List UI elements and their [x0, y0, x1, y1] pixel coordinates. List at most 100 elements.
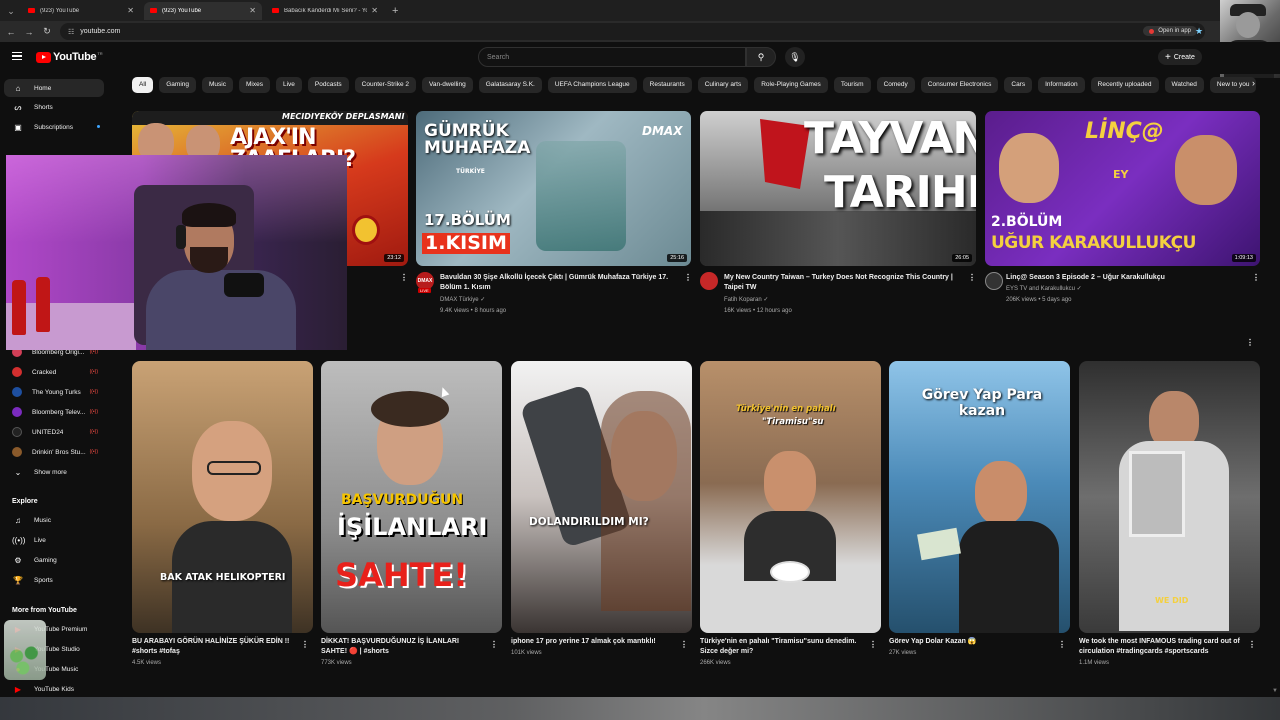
chip[interactable]: Culinary arts	[697, 77, 749, 93]
youtube-logo[interactable]: YouTube TR	[36, 51, 103, 63]
bookmark-star-icon[interactable]: ★	[1195, 26, 1203, 37]
site-info-icon[interactable]: ☷	[68, 28, 74, 36]
chip[interactable]: UEFA Champions League	[547, 77, 637, 93]
sidebar-item-music[interactable]: ♫ Music	[4, 511, 104, 529]
sidebar-item-kids[interactable]: ▶ YouTube Kids	[4, 680, 104, 698]
short-title[interactable]: Türkiye'nin en pahalı "Tiramisu"sunu den…	[700, 637, 865, 657]
sidebar-item-gaming[interactable]: ⚙ Gaming	[4, 551, 104, 569]
video-title[interactable]: Linç@ Season 3 Episode 2 – Uğur Karakull…	[1006, 273, 1242, 283]
chip[interactable]: All	[132, 77, 154, 93]
close-tab-icon[interactable]: ✕	[249, 6, 256, 15]
video-thumbnail[interactable]: LİNÇ@ EY 2.BÖLÜM UĞUR KARAKULLUKÇU 1:09:…	[985, 111, 1260, 266]
scroll-down-icon[interactable]: ▼	[1272, 688, 1278, 694]
more-actions-icon[interactable]: ⋮	[400, 273, 408, 282]
sidebar-item-home[interactable]: ⌂ Home	[4, 79, 104, 97]
short-title[interactable]: BU ARABAYI GÖRÜN HALİNİZE ŞÜKÜR EDİN !! …	[132, 637, 297, 657]
chip[interactable]: Restaurants	[642, 77, 692, 93]
chip[interactable]: Consumer Electronics	[920, 77, 999, 93]
sidebar-item-live[interactable]: ((•)) Live	[4, 531, 104, 549]
video-title[interactable]: My New Country Taiwan – Turkey Does Not …	[724, 273, 960, 293]
more-actions-icon[interactable]: ⋮	[680, 640, 688, 649]
chip[interactable]: New to you	[1209, 77, 1257, 93]
channel-name[interactable]: EYS TV and Karakullukcu ✓	[1006, 284, 1082, 295]
video-title[interactable]: Bavuldan 30 Şişe Alkollü İçecek Çıktı | …	[440, 273, 676, 293]
chip[interactable]: Recently uploaded	[1090, 77, 1159, 93]
verified-icon: ✓	[1076, 286, 1082, 292]
chips-next-icon[interactable]: ›	[1252, 78, 1255, 88]
open-in-app-button[interactable]: Open in app	[1143, 26, 1197, 36]
chip[interactable]: Watched	[1164, 77, 1204, 93]
chip[interactable]: Role-Playing Games	[754, 77, 828, 93]
menu-icon[interactable]	[12, 52, 22, 60]
channel-name[interactable]: DMAX Türkiye ✓	[440, 295, 485, 306]
more-actions-icon[interactable]: ⋮	[684, 273, 692, 282]
short-thumbnail[interactable]: DOLANDIRILDIM MI?	[511, 361, 692, 633]
chip[interactable]: Comedy	[876, 77, 915, 93]
live-indicator-icon: ((•))	[89, 429, 98, 435]
sidebar-channel[interactable]: The Young Turks ((•))	[4, 383, 104, 401]
back-icon[interactable]: ←	[4, 27, 18, 37]
short-thumbnail[interactable]: WE DID	[1079, 361, 1260, 633]
short-title[interactable]: We took the most INFAMOUS trading card o…	[1079, 637, 1244, 657]
short-thumbnail[interactable]: BAK ATAK HELIKOPTERI	[132, 361, 313, 633]
search-input[interactable]: Search	[478, 47, 746, 67]
youtube-kids-icon: ▶	[14, 684, 22, 694]
chip[interactable]: Podcasts	[307, 77, 349, 93]
close-tab-icon[interactable]: ✕	[127, 6, 134, 15]
browser-tab-2[interactable]: (923) YouTube ✕	[144, 1, 262, 20]
sidebar-channel[interactable]: UNITED24 ((•))	[4, 423, 104, 441]
sidebar-channel[interactable]: Cracked ((•))	[4, 363, 104, 381]
short-title[interactable]: DİKKAT! BAŞVURDUĞUNUZ İŞ İLANLARI SAHTE!…	[321, 637, 486, 657]
address-bar[interactable]: ☷ youtube.com Open in app	[60, 23, 1205, 40]
video-thumbnail[interactable]: GÜMRÜK MUHAFAZA TÜRKİYE 17.BÖLÜM 1.KISIM…	[416, 111, 691, 266]
short-title[interactable]: Görev Yap Dolar Kazan 😱	[889, 637, 1054, 647]
short-thumbnail[interactable]: Görev Yap Para kazan	[889, 361, 1070, 633]
sticker-overlay	[4, 620, 46, 680]
channel-avatar[interactable]	[700, 272, 718, 290]
chip[interactable]: Van-dwelling	[421, 77, 473, 93]
sidebar-channel[interactable]: Drinkin' Bros Stu... ((•))	[4, 443, 104, 461]
browser-tab-1[interactable]: (923) YouTube ✕	[22, 2, 140, 20]
create-button[interactable]: + Create	[1158, 49, 1202, 65]
short-views: 27K views	[889, 650, 917, 656]
show-more-button[interactable]: ⌄ Show more	[4, 463, 104, 481]
more-actions-icon[interactable]: ⋮	[490, 640, 498, 649]
voice-search-button[interactable]: 🎙	[785, 47, 805, 67]
browser-tab-3[interactable]: Babacık Kanderdi Mı Seni? - Yo... ✕	[266, 2, 384, 20]
short-title[interactable]: iphone 17 pro yerine 17 almak çok mantık…	[511, 637, 676, 647]
chip[interactable]: Mixes	[238, 77, 270, 93]
short-thumbnail[interactable]: BAŞVURDUĞUN İŞİLANLARI SAHTE!	[321, 361, 502, 633]
plate-shape	[770, 561, 810, 583]
more-actions-icon[interactable]: ⋮	[301, 640, 309, 649]
channel-avatar[interactable]	[985, 272, 1003, 290]
reload-icon[interactable]: ↻	[40, 26, 54, 37]
sidebar-item-shorts[interactable]: ᔕ Shorts	[4, 98, 104, 116]
short-thumbnail[interactable]: Türkiye'nin en pahalı "Tiramisu"su	[700, 361, 881, 633]
short-views: 1.1M views	[1079, 660, 1110, 666]
sidebar-channel[interactable]: Bloomberg Telev... ((•))	[4, 403, 104, 421]
more-actions-icon[interactable]: ⋮	[1248, 640, 1256, 649]
more-actions-icon[interactable]: ⋮	[968, 273, 976, 282]
chip[interactable]: Information	[1038, 77, 1085, 93]
tab-search-chevron-icon[interactable]: ⌄	[4, 4, 18, 18]
forward-icon[interactable]: →	[22, 27, 36, 37]
chip[interactable]: Tourism	[833, 77, 871, 93]
sidebar-item-subscriptions[interactable]: ▣ Subscriptions	[4, 118, 104, 136]
search-button[interactable]: ⚲	[746, 47, 776, 67]
chip[interactable]: Gaming	[159, 77, 196, 93]
more-actions-icon[interactable]: ⋮	[1252, 273, 1260, 282]
chip[interactable]: Music	[202, 77, 233, 93]
more-actions-icon[interactable]: ⋮	[869, 640, 877, 649]
chip[interactable]: Live	[275, 77, 302, 93]
masthead: YouTube TR Search ⚲ 🎙 + Create	[0, 42, 1280, 74]
more-actions-icon[interactable]: ⋮	[1058, 640, 1066, 649]
shorts-shelf-menu-icon[interactable]: ⋮	[1246, 338, 1254, 347]
sidebar-item-sports[interactable]: 🏆 Sports	[4, 571, 104, 589]
new-tab-icon[interactable]: +	[392, 5, 398, 17]
channel-name[interactable]: Fatih Koparan ✓	[724, 295, 768, 306]
video-thumbnail[interactable]: TAYVAN TARIHI 26:05	[700, 111, 976, 266]
chip[interactable]: Cars	[1004, 77, 1033, 93]
chip[interactable]: Counter-Strike 2	[354, 77, 416, 93]
close-tab-icon[interactable]: ✕	[371, 6, 378, 15]
chip[interactable]: Galatasaray S.K.	[478, 77, 542, 93]
